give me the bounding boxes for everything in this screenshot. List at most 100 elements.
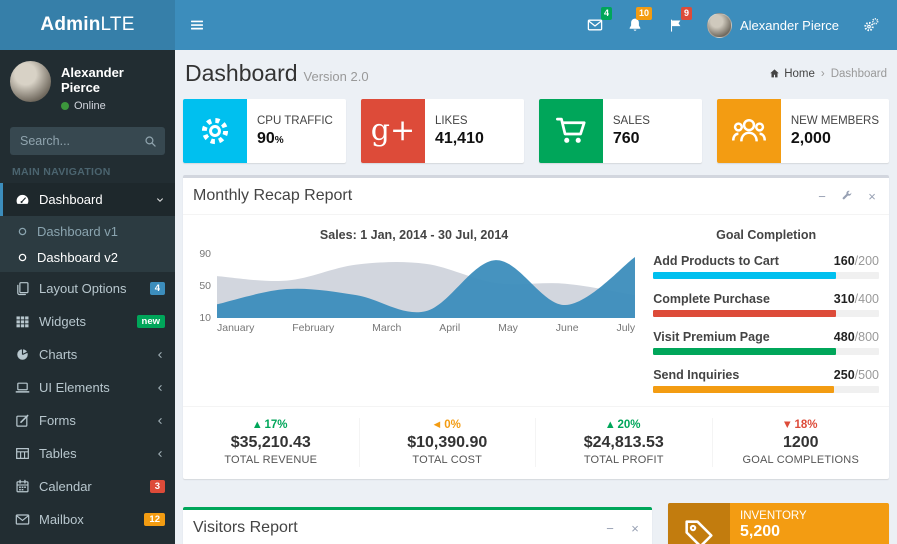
settings-button[interactable] [840, 189, 854, 203]
hamburger-icon [189, 17, 205, 33]
notifications-badge: 10 [636, 7, 652, 20]
sidebar-item-mailbox[interactable]: Mailbox 12 [0, 503, 175, 536]
users-icon [717, 99, 781, 163]
home-icon [769, 68, 780, 79]
close-button[interactable]: × [628, 521, 642, 535]
top-navbar: 4 10 9 Alexander Pierce [175, 0, 897, 50]
wrench-icon [841, 190, 853, 202]
box-tools: − × [603, 521, 642, 535]
sales-area-chart: 905010 JanuaryFebruaryMarchAprilMayJuneJ… [193, 254, 635, 334]
search-button[interactable] [135, 127, 165, 155]
layout-options-badge: 4 [150, 282, 165, 296]
page-subtitle: Version 2.0 [304, 69, 369, 84]
sales-chart-column: Sales: 1 Jan, 2014 - 30 Jul, 2014 905010… [193, 225, 649, 406]
inventory-value: 5,200 [740, 523, 879, 541]
goal-send-inquiries: Send Inquiries250/500 [653, 368, 879, 393]
sidebar-item-widgets[interactable]: Widgets new [0, 305, 175, 338]
collapse-button[interactable]: − [815, 189, 829, 203]
sidebar-item-dashboard[interactable]: Dashboard [0, 183, 175, 216]
stat-total-cost: ◀0% $10,390.90 TOTAL COST [360, 418, 537, 467]
info-box-sales: SALES 760 [539, 99, 702, 163]
breadcrumb-current: Dashboard [831, 68, 887, 80]
goal-visit-premium: Visit Premium Page480/800 [653, 330, 879, 355]
chart-y-axis-labels: 905010 [193, 248, 217, 324]
sidebar-item-layout-options[interactable]: Layout Options 4 [0, 272, 175, 305]
sidebar-item-calendar[interactable]: Calendar 3 [0, 470, 175, 503]
progress-bar [653, 386, 879, 393]
user-avatar [707, 13, 732, 38]
online-dot-icon [61, 102, 69, 110]
widgets-badge: new [137, 315, 165, 329]
page-title: DashboardVersion 2.0 [185, 60, 369, 87]
sidebar-item-ui-elements[interactable]: UI Elements [0, 371, 175, 404]
box-title: Monthly Recap Report [193, 187, 352, 205]
box-title: Visitors Report [193, 519, 298, 537]
envelope-icon [15, 512, 30, 527]
chart-x-axis-labels: JanuaryFebruaryMarchAprilMayJuneJuly [217, 322, 635, 334]
logo-light: LTE [101, 14, 135, 36]
progress-bar [653, 310, 879, 317]
logo-bold: Admin [40, 14, 100, 36]
sidebar-item-forms[interactable]: Forms [0, 404, 175, 437]
sidebar-user-panel: Alexander Pierce Online [0, 50, 175, 122]
sidebar-item-dashboard-v2[interactable]: Dashboard v2 [0, 244, 175, 270]
edit-icon [15, 413, 30, 428]
tasks-menu[interactable]: 9 [655, 0, 695, 50]
circle-o-icon [17, 252, 28, 263]
sidebar-item-charts[interactable]: Charts [0, 338, 175, 371]
sidebar-item-tables[interactable]: Tables [0, 437, 175, 470]
circle-o-icon [17, 226, 28, 237]
monthly-recap-box: Monthly Recap Report − × Sales: 1 Jan, 2… [183, 175, 889, 479]
bottom-row: Visitors Report − × [183, 495, 889, 544]
sidebar-user-status[interactable]: Online [61, 100, 165, 112]
messages-badge: 4 [601, 7, 612, 20]
sidebar-user-name: Alexander Pierce [61, 65, 165, 95]
collapse-button[interactable]: − [603, 521, 617, 535]
main-header: AdminLTE 4 10 9 Alexander Pierce [0, 0, 897, 50]
progress-bar [653, 348, 879, 355]
content: DashboardVersion 2.0 Home › Dashboard CP… [175, 50, 897, 544]
breadcrumb: Home › Dashboard [769, 68, 887, 80]
content-header: DashboardVersion 2.0 Home › Dashboard [183, 50, 889, 99]
caret-up-icon: ▲ [607, 420, 614, 430]
search-input[interactable] [10, 127, 135, 155]
stat-total-profit: ▲20% $24,813.53 TOTAL PROFIT [536, 418, 713, 467]
user-menu[interactable]: Alexander Pierce [695, 0, 851, 50]
sidebar: Alexander Pierce Online MAIN NAVIGATION … [0, 50, 175, 544]
visitors-report-header: Visitors Report − × [183, 510, 652, 544]
sidebar-search [10, 127, 165, 155]
close-icon: × [868, 189, 876, 204]
info-box-value: 2,000 [791, 130, 879, 148]
calendar-icon [15, 479, 30, 494]
box-tools: − × [815, 189, 879, 203]
logo[interactable]: AdminLTE [0, 0, 175, 50]
tasks-badge: 9 [681, 7, 692, 20]
notifications-menu[interactable]: 10 [615, 0, 655, 50]
messages-menu[interactable]: 4 [575, 0, 615, 50]
user-name: Alexander Pierce [740, 18, 839, 33]
files-icon [15, 281, 30, 296]
sidebar-item-examples[interactable]: Examples [0, 536, 175, 544]
sidebar-item-dashboard-v1[interactable]: Dashboard v1 [0, 218, 175, 244]
goal-completion-title: Goal Completion [653, 228, 879, 242]
info-box-label: SALES [613, 115, 650, 127]
stat-total-revenue: ▲17% $35,210.43 TOTAL REVENUE [183, 418, 360, 467]
sidebar-toggle[interactable] [175, 0, 219, 50]
gears-icon [863, 17, 879, 33]
close-icon: × [631, 521, 639, 536]
info-box-value: 760 [613, 130, 650, 148]
monthly-recap-footer: ▲17% $35,210.43 TOTAL REVENUE ◀0% $10,39… [183, 406, 889, 479]
control-sidebar-toggle[interactable] [851, 0, 891, 50]
caret-down-icon: ▼ [784, 420, 791, 430]
breadcrumb-home-link[interactable]: Home [769, 68, 815, 80]
gear-icon [183, 99, 247, 163]
goal-completion-column: Goal Completion Add Products to Cart160/… [649, 225, 879, 406]
info-box-value: 41,410 [435, 130, 484, 148]
th-grid-icon [15, 314, 30, 329]
info-box-new-members: NEW MEMBERS 2,000 [717, 99, 889, 163]
sales-chart-title: Sales: 1 Jan, 2014 - 30 Jul, 2014 [193, 228, 635, 242]
minus-icon: − [606, 521, 614, 536]
close-button[interactable]: × [865, 189, 879, 203]
goal-complete-purchase: Complete Purchase310/400 [653, 292, 879, 317]
tag-icon [668, 503, 730, 544]
